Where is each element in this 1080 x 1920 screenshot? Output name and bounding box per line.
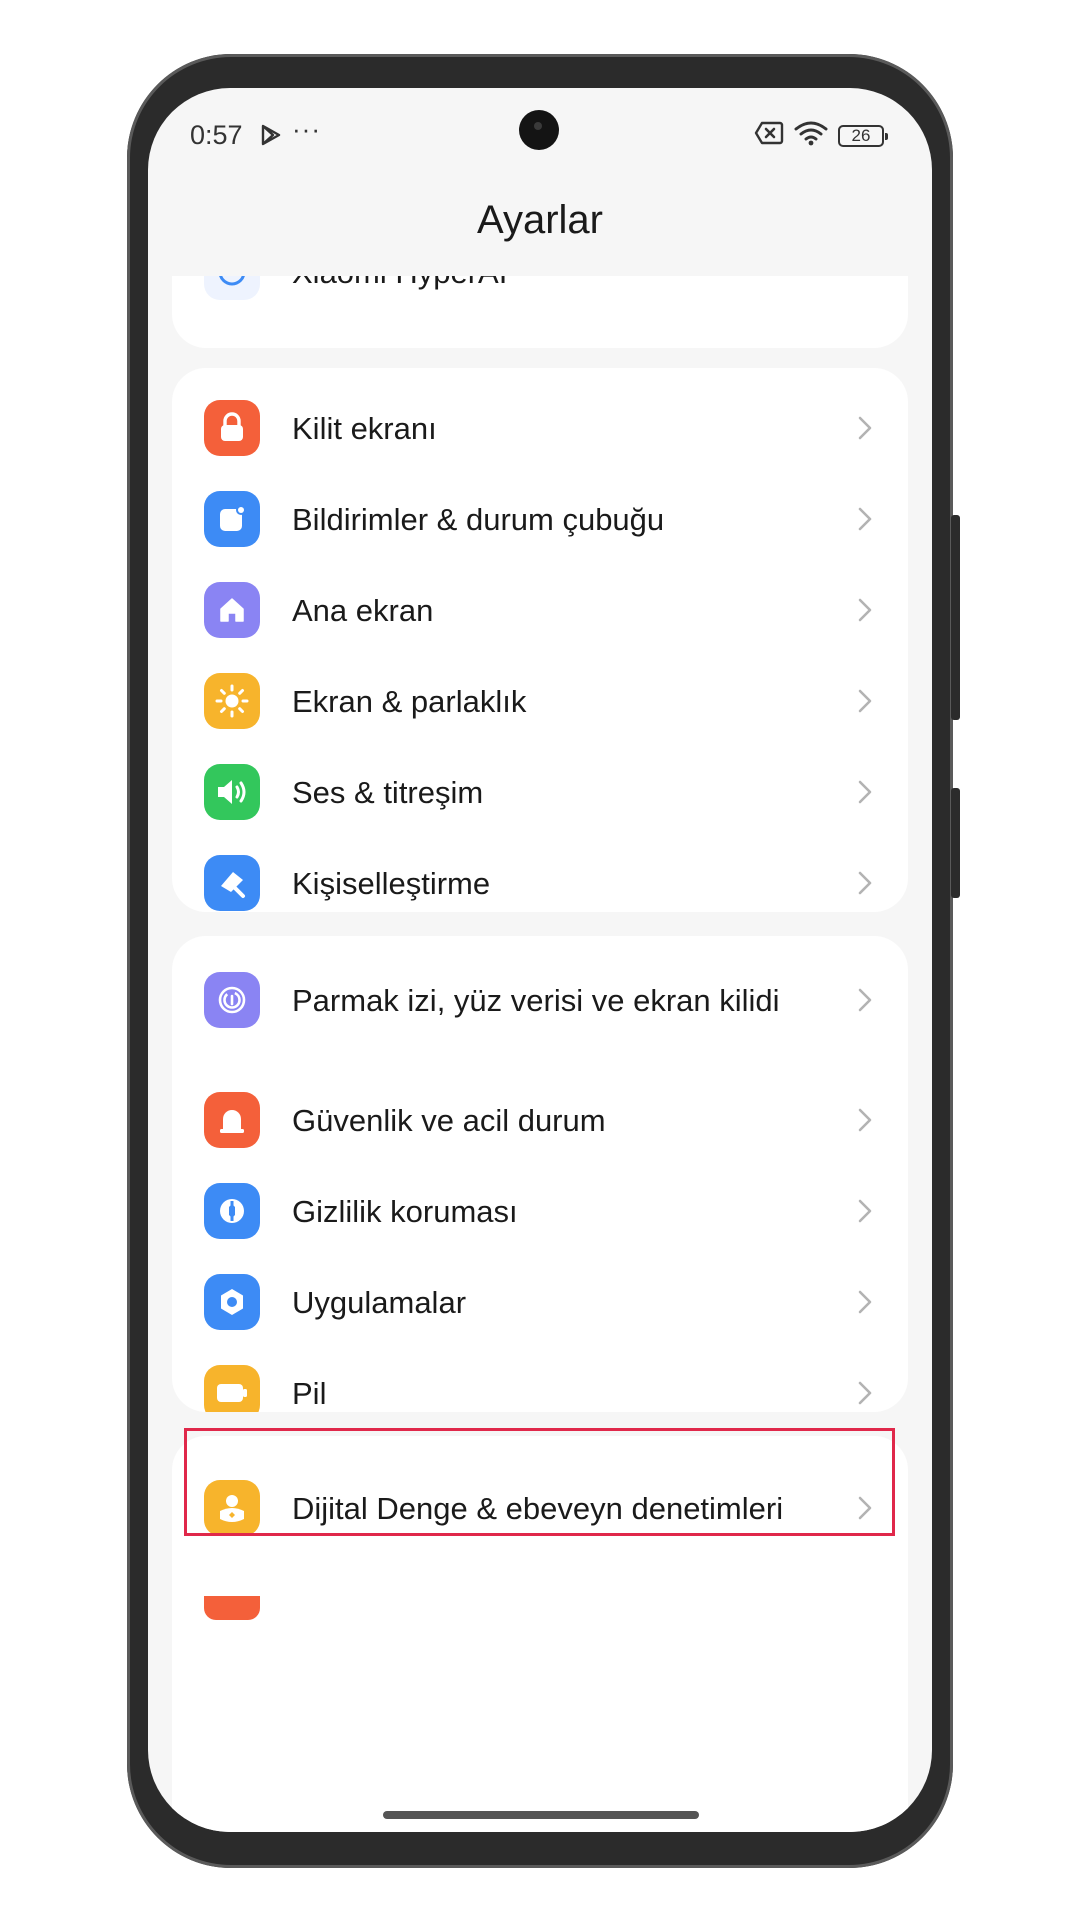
notification-icon [204,491,260,547]
sim-off-icon [754,121,784,150]
next-item-icon [204,1596,260,1620]
chevron-right-icon [858,689,872,713]
apps-icon [204,1274,260,1330]
sun-icon [204,673,260,729]
fingerprint-icon [204,972,260,1028]
battery-indicator: 26 [838,124,888,147]
chevron-right-icon [858,598,872,622]
battery-icon [204,1365,260,1412]
settings-item-hyperai[interactable]: Xiaomi HyperAI [172,276,908,328]
settings-item-personalization[interactable]: Kişiselleştirme [172,827,908,912]
phone-screen: 0:57 ··· 26 Ayarlar Xiaomi HyperAI [148,88,932,1832]
chevron-right-icon [858,1108,872,1132]
brush-icon [204,855,260,911]
front-camera [519,110,559,150]
status-bar: 0:57 ··· 26 [148,88,932,178]
page-title: Ayarlar [477,198,603,242]
settings-item-label: Parmak izi, yüz verisi ve ekran kilidi [292,982,780,1018]
speaker-icon [204,764,260,820]
settings-item-label: Kişiselleştirme [292,865,491,901]
power-button [951,788,960,898]
highlight-box [184,1428,895,1536]
volume-button [951,515,960,720]
settings-item-fingerprint[interactable]: Parmak izi, yüz verisi ve ekran kilidi [172,936,908,1064]
settings-item-label: Xiaomi HyperAI [292,276,812,328]
play-store-icon [260,124,282,151]
settings-card-display: Kilit ekranı Bildirimler & durum çubuğu … [172,368,908,912]
alarm-icon [204,1092,260,1148]
more-notifications-icon: ··· [292,114,321,144]
hyperai-icon [204,276,260,300]
chevron-right-icon [858,1290,872,1314]
home-indicator[interactable] [383,1811,699,1819]
status-time: 0:57 [190,120,243,150]
chevron-right-icon [858,988,872,1012]
chevron-right-icon [858,1199,872,1223]
chevron-right-icon [858,507,872,531]
privacy-icon [204,1183,260,1239]
lock-icon [204,400,260,456]
settings-list[interactable]: Xiaomi HyperAI Kilit ekranı Bildirimler … [148,276,932,1832]
settings-card-partial: Xiaomi HyperAI [172,276,908,348]
chevron-right-icon [858,780,872,804]
settings-item-next-partial[interactable] [172,1596,908,1708]
chevron-right-icon [858,1381,872,1405]
chevron-right-icon [848,276,882,289]
settings-card-security: Parmak izi, yüz verisi ve ekran kilidi G… [172,936,908,1412]
chevron-right-icon [858,416,872,440]
home-icon [204,582,260,638]
settings-item-battery[interactable]: Pil [172,1337,908,1412]
chevron-right-icon [858,871,872,895]
settings-item-label: Pil [292,1375,327,1411]
wifi-icon [794,120,828,151]
status-icons: 26 [754,120,888,151]
